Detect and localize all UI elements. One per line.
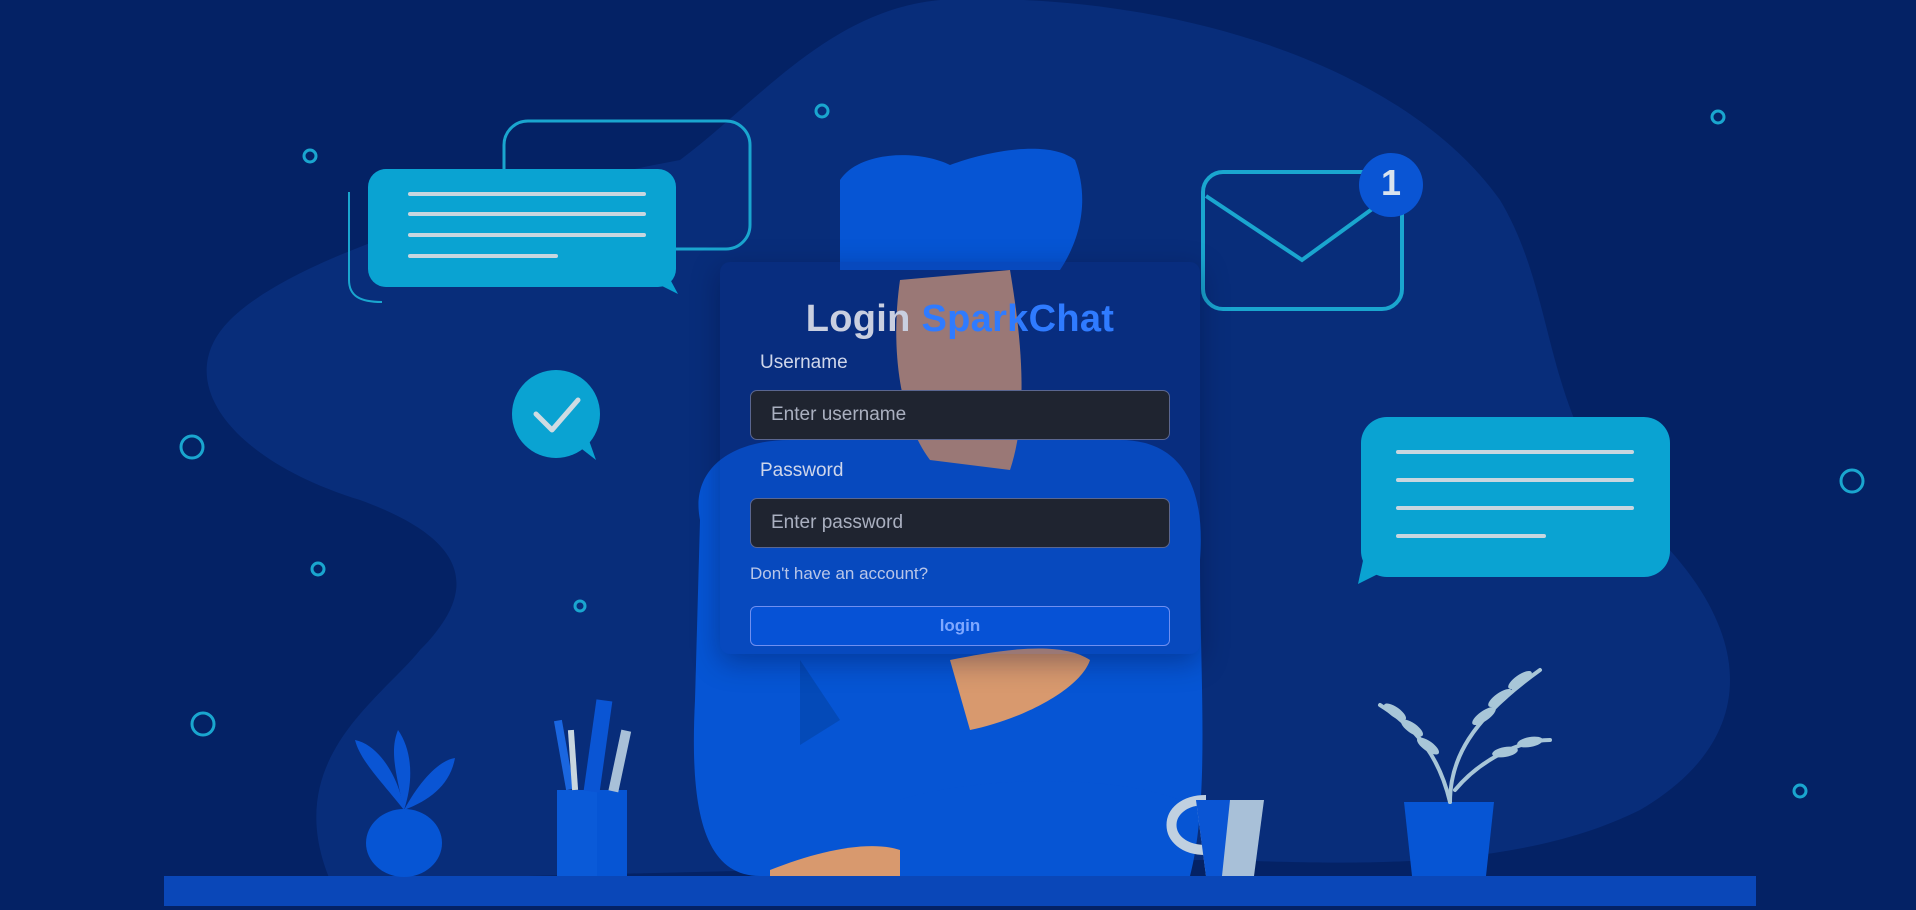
login-page: 1 Login SparkChat Username Password Don'… bbox=[0, 0, 1916, 910]
username-input[interactable] bbox=[750, 390, 1170, 440]
password-label: Password bbox=[760, 460, 844, 481]
login-button[interactable]: login bbox=[750, 606, 1170, 646]
login-card: Login SparkChat Username Password Don't … bbox=[720, 262, 1200, 654]
desk bbox=[164, 876, 1756, 906]
brand-name: SparkChat bbox=[921, 298, 1115, 340]
chat-bubble-icon bbox=[1358, 417, 1670, 584]
title-prefix: Login bbox=[805, 298, 911, 340]
mail-badge-count: 1 bbox=[1380, 162, 1402, 203]
page-title: Login SparkChat bbox=[750, 298, 1170, 348]
signup-link[interactable]: Don't have an account? bbox=[750, 564, 1170, 592]
username-label: Username bbox=[760, 352, 848, 373]
password-input[interactable] bbox=[750, 498, 1170, 548]
